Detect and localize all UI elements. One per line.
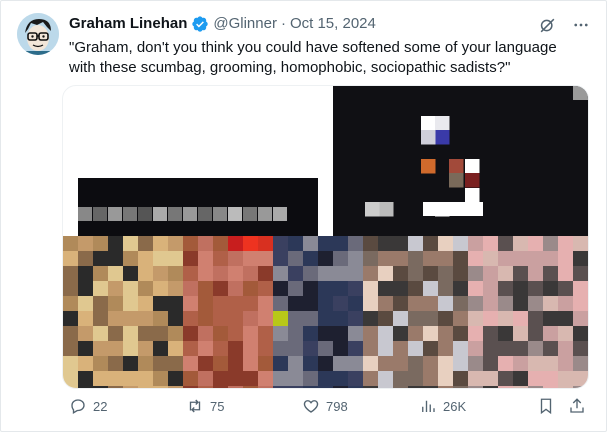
like-count: 798 bbox=[326, 398, 348, 414]
views-count: 26K bbox=[443, 398, 467, 414]
avatar[interactable] bbox=[17, 13, 59, 55]
tweet-date[interactable]: Oct 15, 2024 bbox=[290, 14, 376, 34]
reply-icon bbox=[71, 399, 85, 414]
repost-count: 75 bbox=[210, 398, 225, 414]
tweet-actions: 22 75 798 26K bbox=[69, 396, 589, 416]
verified-badge-icon[interactable] bbox=[191, 15, 209, 33]
reply-count: 22 bbox=[93, 398, 108, 414]
grok-icon[interactable] bbox=[537, 15, 557, 35]
bookmark-icon bbox=[540, 398, 552, 415]
heart-icon bbox=[303, 400, 319, 413]
repost-button[interactable]: 75 bbox=[186, 396, 224, 416]
share-icon bbox=[570, 398, 584, 413]
tweet-media[interactable] bbox=[62, 85, 589, 389]
author-handle[interactable]: @Glinner bbox=[213, 14, 277, 34]
author-name[interactable]: Graham Linehan bbox=[69, 14, 187, 34]
tweet-header: Graham Linehan @Glinner · Oct 15, 2024 bbox=[69, 14, 376, 34]
header-separator: · bbox=[280, 15, 286, 32]
like-button[interactable]: 798 bbox=[302, 396, 348, 416]
share-button[interactable] bbox=[568, 396, 586, 416]
pixel-mosaic bbox=[63, 86, 588, 388]
repost-icon bbox=[189, 399, 201, 413]
reply-button[interactable]: 22 bbox=[69, 396, 107, 416]
views-button[interactable]: 26K bbox=[419, 396, 466, 416]
pixelated-image bbox=[63, 86, 588, 388]
more-icon[interactable] bbox=[571, 15, 591, 35]
tweet-text: "Graham, don't you think you could have … bbox=[69, 39, 557, 76]
tweet-top-actions bbox=[537, 15, 591, 35]
analytics-icon bbox=[422, 400, 435, 412]
cartoon-avatar-icon bbox=[17, 13, 59, 55]
bookmark-button[interactable] bbox=[537, 396, 555, 416]
